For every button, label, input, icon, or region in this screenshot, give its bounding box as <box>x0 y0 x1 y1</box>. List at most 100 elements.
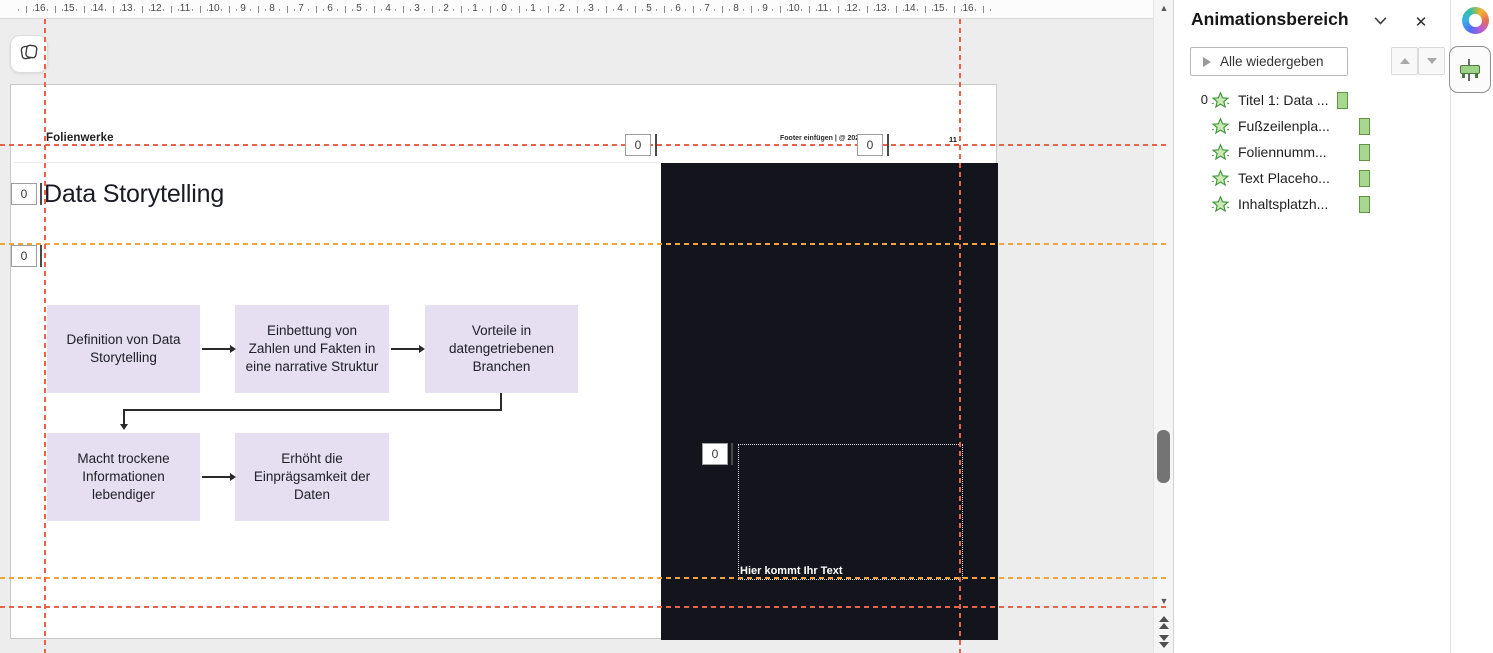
ruler-tick <box>728 9 730 11</box>
animation-timing-bar[interactable] <box>1337 92 1348 109</box>
placeholder-prompt-text[interactable]: Hier kommt Ihr Text <box>740 565 843 577</box>
animation-timing-bar[interactable] <box>1359 170 1370 187</box>
ruler-tick <box>844 9 846 11</box>
animation-item[interactable]: Fußzeilenpla... <box>1174 114 1451 140</box>
play-icon <box>1203 56 1211 67</box>
next-slide-button[interactable] <box>1158 634 1170 648</box>
ruler-tick <box>206 9 208 11</box>
previous-slide-button[interactable] <box>1158 615 1170 629</box>
animation-timing-bar[interactable] <box>1359 196 1370 213</box>
ruler-tick <box>322 9 324 11</box>
animation-item[interactable]: Inhaltsplatzh... <box>1174 192 1451 218</box>
arrow-connector-2[interactable] <box>391 345 425 352</box>
flow-box-definition[interactable]: Definition von Data Storytelling <box>47 305 200 393</box>
ruler-tick <box>395 9 397 11</box>
animation-item[interactable]: Text Placeho... <box>1174 166 1451 192</box>
ruler-tick <box>337 9 339 11</box>
animation-list: 0 Titel 1: Data ... Fußzeilenpla... Folienn… <box>1174 88 1451 218</box>
ruler-tick <box>656 9 658 11</box>
arrow-connector-3[interactable] <box>202 473 236 480</box>
ruler-tick <box>917 9 919 11</box>
animation-order-badge[interactable]: 0 <box>702 443 728 465</box>
double-down-icon <box>1159 641 1169 648</box>
ruler-tick <box>105 9 107 11</box>
scroll-up-button[interactable]: ▲ <box>1154 3 1174 13</box>
ruler-tick <box>859 9 861 11</box>
copilot-canvas-button[interactable] <box>10 35 48 73</box>
header-divider <box>13 162 661 163</box>
flow-box-einbettung[interactable]: Einbettung von Zahlen und Fakten in eine… <box>235 305 389 393</box>
horizontal-ruler: 16 15 14 13 12 11 10 9 8 7 6 5 4 3 2 1 0 1 2 3 4 5 6 7 8 9 10 11 12 1… <box>0 0 1153 19</box>
ruler-tick <box>431 6 433 13</box>
guide-horizontal-4[interactable] <box>0 606 1166 608</box>
play-all-button[interactable]: Alle wiedergeben <box>1190 47 1348 76</box>
ruler-tick <box>467 9 469 11</box>
guide-vertical-2[interactable] <box>959 19 961 653</box>
ruler-tick <box>525 9 527 11</box>
ruler-tick <box>402 6 404 13</box>
animation-order-badge[interactable]: 0 <box>625 134 651 156</box>
slide-canvas[interactable]: Folienwerke Footer einfügen | @ 2020 Fo … <box>10 84 998 640</box>
move-later-button[interactable] <box>1418 47 1445 75</box>
copilot-icon[interactable] <box>1462 7 1489 34</box>
elbow-connector[interactable] <box>500 393 502 410</box>
text-placeholder-frame[interactable]: Hier kommt Ihr Text <box>738 444 963 580</box>
scrollbar-thumb[interactable] <box>1157 430 1170 483</box>
flow-box-macht-trockene[interactable]: Macht trockene Informationen lebendiger <box>47 433 200 521</box>
ruler-tick <box>975 9 977 11</box>
animation-order-badge[interactable]: 0 <box>11 183 37 205</box>
chevron-down-icon <box>1373 13 1388 33</box>
ruler-tick <box>250 9 252 11</box>
elbow-connector[interactable] <box>123 409 502 411</box>
animation-timing-bar[interactable] <box>1359 118 1370 135</box>
ruler-tick <box>380 9 382 11</box>
slide-number-placeholder[interactable]: 11 <box>949 135 957 144</box>
ruler-tick <box>808 6 810 13</box>
ruler-tick <box>373 6 375 13</box>
dark-image-block[interactable]: Hier kommt Ihr Text <box>661 163 998 640</box>
ruler-tick <box>830 9 832 11</box>
ruler-tick <box>714 9 716 11</box>
animation-pane-tab-icon <box>1458 58 1482 82</box>
ruler-tick <box>699 9 701 11</box>
elbow-connector[interactable] <box>123 410 125 425</box>
ruler-tick <box>598 9 600 11</box>
pane-close-button[interactable]: ✕ <box>1408 10 1434 34</box>
ruler-tick <box>902 9 904 11</box>
animation-item[interactable]: Foliennumm... <box>1174 140 1451 166</box>
animation-timing-bar[interactable] <box>1359 144 1370 161</box>
animation-order-badge[interactable]: 0 <box>11 245 37 267</box>
arrow-connector-1[interactable] <box>202 345 236 352</box>
ruler-tick <box>83 6 85 13</box>
ruler-tick <box>743 9 745 11</box>
move-earlier-button[interactable] <box>1391 47 1418 75</box>
ruler-tick <box>605 6 607 13</box>
ruler-tick <box>627 9 629 11</box>
flow-box-erhoeht[interactable]: Erhöht die Einprägsamkeit der Daten <box>235 433 389 521</box>
animation-pane-tab-button[interactable] <box>1449 46 1491 93</box>
slide-header-label[interactable]: Folienwerke <box>46 132 114 144</box>
ruler-tick <box>989 9 991 11</box>
guide-horizontal-2[interactable] <box>0 243 1166 245</box>
ruler-tick <box>424 9 426 11</box>
flow-box-vorteile[interactable]: Vorteile in datengetriebenen Branchen <box>425 305 578 393</box>
ruler-tick <box>641 9 643 11</box>
ruler-tick <box>482 9 484 11</box>
guide-vertical-1[interactable] <box>44 19 46 653</box>
animation-item[interactable]: 0 Titel 1: Data ... <box>1174 88 1451 114</box>
scroll-down-button[interactable]: ▼ <box>1154 596 1174 606</box>
ruler-tick <box>257 6 259 13</box>
pane-menu-button[interactable] <box>1367 12 1393 34</box>
badge-anchor-line <box>887 134 889 156</box>
animation-sequence-number: 0 <box>1200 92 1208 107</box>
ruler-tick <box>757 9 759 11</box>
guide-horizontal-3[interactable] <box>0 577 1166 579</box>
ruler-tick <box>888 9 890 11</box>
ruler-tick <box>895 6 897 13</box>
animation-order-badge[interactable]: 0 <box>857 134 883 156</box>
slide-title[interactable]: Data Storytelling <box>44 180 224 209</box>
guide-horizontal-1[interactable] <box>0 144 1166 146</box>
ruler-tick <box>119 9 121 11</box>
ruler-tick <box>496 9 498 11</box>
vertical-scrollbar[interactable]: ▲ ▼ <box>1153 0 1173 653</box>
